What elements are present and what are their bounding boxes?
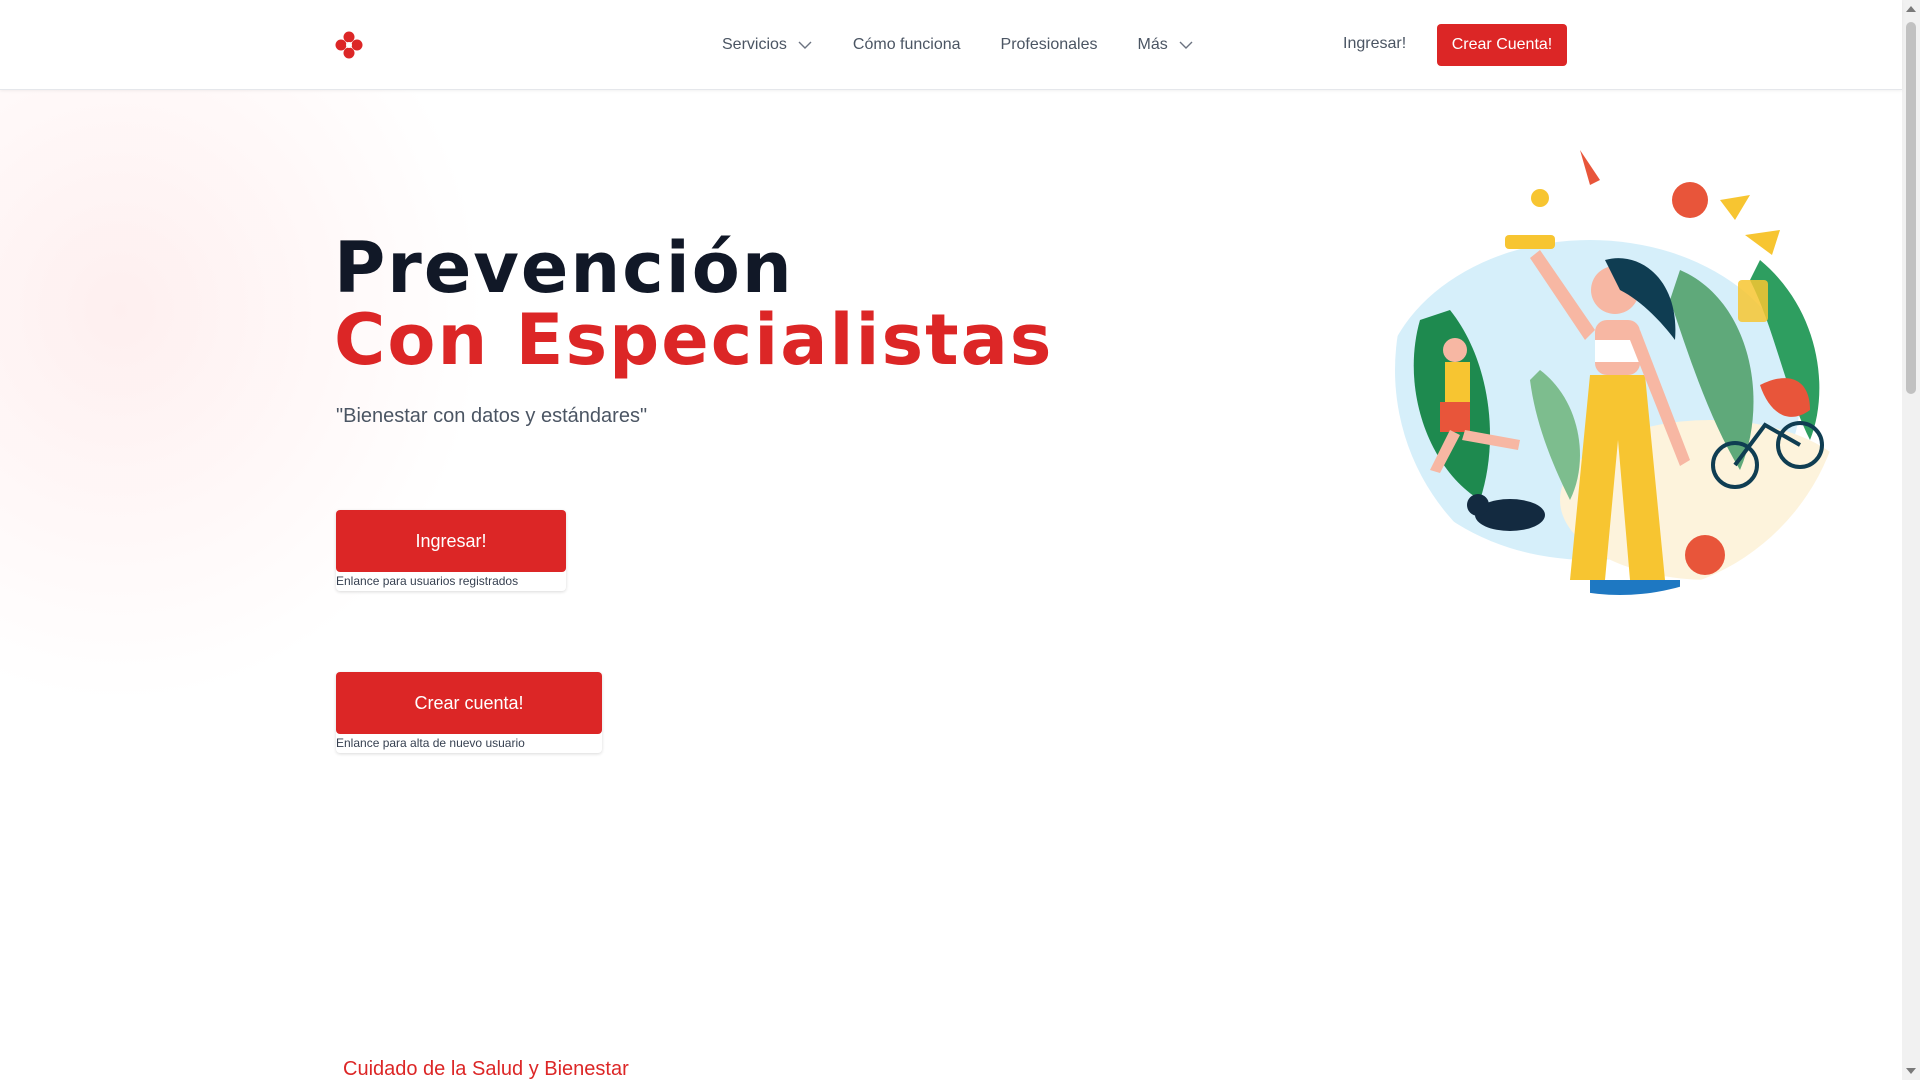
hero-tagline: "Bienestar con datos y estándares" — [336, 405, 648, 427]
nav-servicios[interactable]: Servicios — [722, 36, 813, 54]
chevron-down-icon — [798, 41, 812, 49]
hero-title-line1: Prevención — [334, 227, 794, 309]
header-signup-button[interactable]: Crear Cuenta! — [1437, 24, 1567, 66]
hero-title: Prevención Con Especialistas — [334, 232, 1053, 376]
signup-note: Enlance para alta de nuevo usuario — [336, 736, 525, 750]
scroll-up-arrow-icon[interactable] — [1906, 6, 1916, 12]
section-heading-salud: Cuidado de la Salud y Bienestar — [343, 1058, 629, 1080]
wellness-illustration — [1395, 145, 1845, 595]
login-note: Enlance para usuarios registrados — [336, 574, 519, 588]
header-login-link[interactable]: Ingresar! — [1343, 35, 1406, 53]
vertical-scrollbar[interactable] — [1902, 0, 1920, 1080]
hero-signup-button[interactable]: Crear cuenta! — [336, 672, 602, 734]
nav-mas[interactable]: Más — [1137, 36, 1193, 54]
site-header: Servicios Cómo funciona Profesionales Má… — [0, 0, 1902, 90]
login-card: Ingresar! Enlance para usuarios registra… — [336, 510, 566, 591]
nav-profesionales-label: Profesionales — [1000, 35, 1098, 53]
logo-icon[interactable] — [334, 30, 364, 60]
signup-card: Crear cuenta! Enlance para alta de nuevo… — [336, 672, 602, 753]
nav-como-funciona-label: Cómo funciona — [852, 35, 961, 53]
hero-login-button[interactable]: Ingresar! — [336, 510, 566, 572]
main-nav: Servicios Cómo funciona Profesionales Má… — [722, 0, 1234, 89]
scroll-down-arrow-icon[interactable] — [1906, 1068, 1916, 1074]
chevron-down-icon — [1179, 41, 1193, 49]
nav-mas-label: Más — [1137, 35, 1168, 53]
nav-como-funciona[interactable]: Cómo funciona — [853, 36, 961, 54]
hero-title-line2: Con Especialistas — [334, 299, 1054, 381]
nav-profesionales[interactable]: Profesionales — [1001, 36, 1098, 54]
scroll-thumb[interactable] — [1906, 22, 1916, 394]
nav-servicios-label: Servicios — [722, 35, 787, 53]
